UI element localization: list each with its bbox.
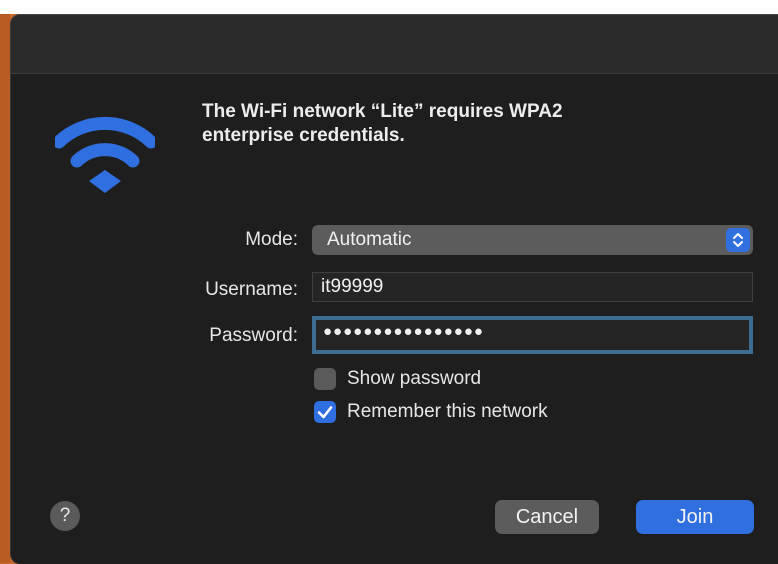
mode-value: Automatic <box>327 229 412 250</box>
up-down-chevron-icon[interactable] <box>726 228 750 252</box>
mode-label: Mode: <box>245 229 298 250</box>
heading-line-1: The Wi-Fi network “Lite” requires WPA2 <box>202 101 563 122</box>
checkmark-icon <box>317 406 333 419</box>
heading-line-2: enterprise credentials. <box>202 125 405 146</box>
remember-network-label: Remember this network <box>347 401 548 422</box>
username-field[interactable]: it99999 <box>312 272 753 302</box>
password-label: Password: <box>209 325 298 346</box>
desktop-background-left <box>0 14 10 563</box>
dialog-heading: The Wi-Fi network “Lite” requires WPA2 e… <box>202 100 722 148</box>
help-button[interactable]: ? <box>50 501 80 531</box>
show-password-checkbox[interactable] <box>314 368 336 390</box>
username-label: Username: <box>205 279 298 300</box>
mode-select[interactable]: Automatic <box>312 225 753 255</box>
join-button[interactable]: Join <box>636 500 754 534</box>
remember-network-checkbox[interactable] <box>314 401 336 423</box>
password-field[interactable]: ●●●●●●●●●●●●●●●● <box>312 316 753 354</box>
show-password-label: Show password <box>347 368 482 389</box>
cancel-button[interactable]: Cancel <box>495 500 599 534</box>
desktop-background-top <box>0 0 778 14</box>
dialog-titlebar <box>11 15 778 74</box>
wifi-icon <box>55 116 155 193</box>
wifi-credentials-dialog: The Wi-Fi network “Lite” requires WPA2 e… <box>10 14 778 564</box>
